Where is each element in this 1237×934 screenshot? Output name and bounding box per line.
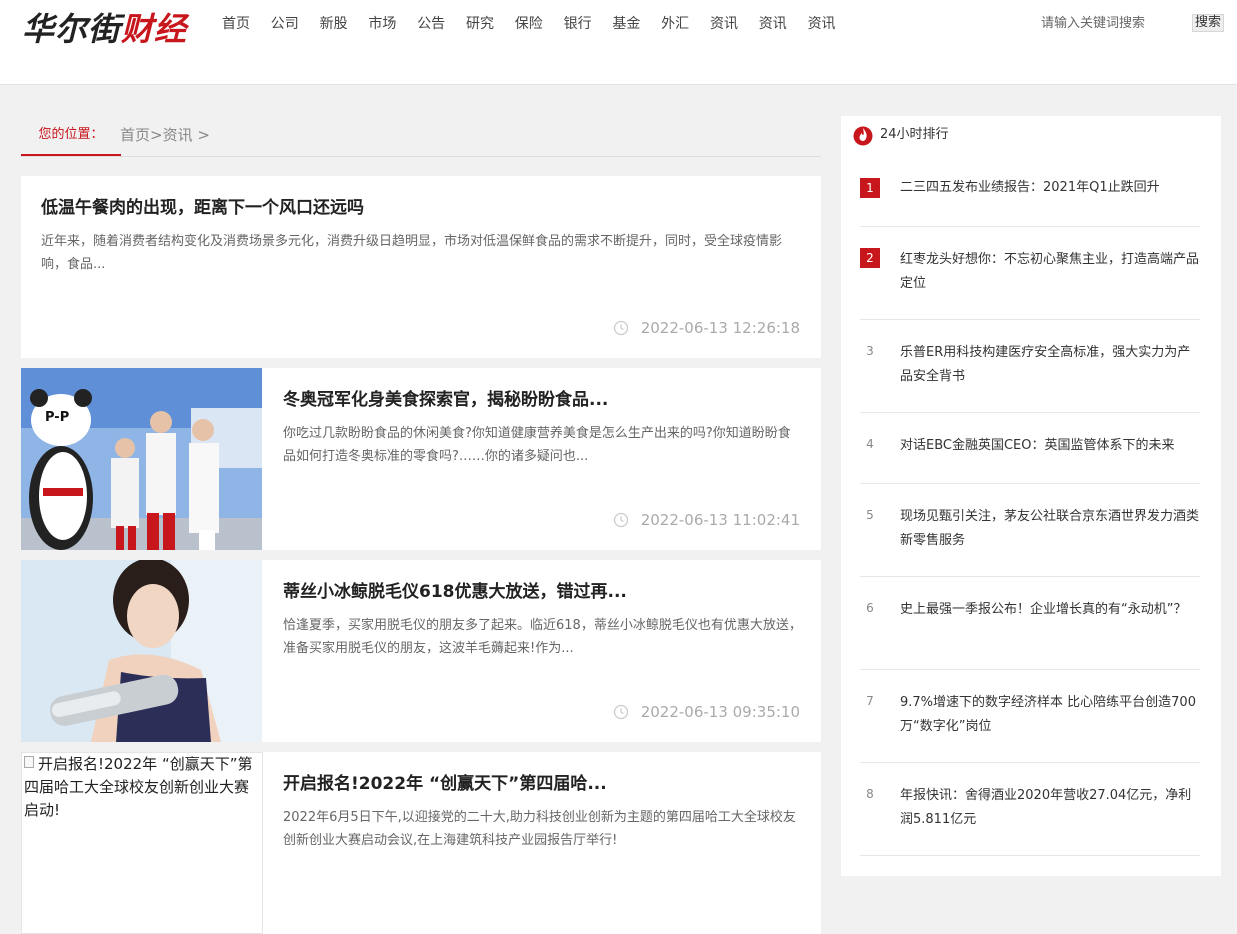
ranking-item[interactable]: 7 9.7%增速下的数字经济样本 比心陪练平台创造700万“数字化”岗位 <box>860 691 1200 763</box>
nav-item-market[interactable]: 市场 <box>358 14 406 34</box>
ranking-sidebar: 24小时排行 1 二三四五发布业绩报告：2021年Q1止跌回升 2 红枣龙头好想… <box>841 116 1221 876</box>
article-card[interactable]: P-P 冬奥冠军化身美食探索官，揭秘盼盼食品... 你吃过几款盼盼食品的休闲美食… <box>21 368 821 550</box>
article-summary: 恰逢夏季，买家用脱毛仪的朋友多了起来。临近618，蒂丝小冰鲸脱毛仪也有优惠大放送… <box>283 618 802 656</box>
ranking-item-title[interactable]: 9.7%增速下的数字经济样本 比心陪练平台创造700万“数字化”岗位 <box>900 691 1200 739</box>
nav-item-announcement[interactable]: 公告 <box>407 14 455 34</box>
article-thumbnail[interactable]: P-P <box>21 368 262 550</box>
rank-number: 4 <box>866 437 874 451</box>
article-title[interactable]: 冬奥冠军化身美食探索官，揭秘盼盼食品... <box>283 385 608 410</box>
article-time: 2022-06-13 09:35:10 <box>613 703 800 721</box>
ranking-item[interactable]: 1 二三四五发布业绩报告：2021年Q1止跌回升 <box>860 178 1200 227</box>
site-logo[interactable]: 华尔街财经 <box>22 4 187 48</box>
nav-item-bank[interactable]: 银行 <box>554 14 602 34</box>
nav-item-company[interactable]: 公司 <box>261 14 309 34</box>
search-button[interactable]: 搜索 <box>1192 14 1225 32</box>
article-card[interactable]: 开启报名!2022年 “创赢天下”第四届哈工大全球校友创新创业大赛启动! 开启报… <box>21 752 821 934</box>
ranking-item-title[interactable]: 年报快讯：舍得酒业2020年营收27.04亿元，净利润5.811亿元 <box>900 784 1200 832</box>
rank-number: 6 <box>866 601 874 615</box>
article-summary: 你吃过几款盼盼食品的休闲美食?你知道健康营养美食是怎么生产出来的吗?你知道盼盼食… <box>283 426 791 464</box>
image-alt-text: 开启报名!2022年 “创赢天下”第四届哈工大全球校友创新创业大赛启动! <box>24 755 253 819</box>
ranking-item-title[interactable]: 乐普ER用科技构建医疗安全高标准，强大实力为产品安全背书 <box>900 341 1200 389</box>
rank-badge: 1 <box>860 178 880 198</box>
article-title[interactable]: 开启报名!2022年 “创赢天下”第四届哈... <box>283 769 607 794</box>
ranking-item[interactable]: 5 现场见甄引关注，茅友公社联合京东酒世界发力酒类新零售服务 <box>860 505 1200 577</box>
nav-item-insurance[interactable]: 保险 <box>505 14 553 34</box>
clock-icon <box>613 704 628 720</box>
rank-badge: 2 <box>860 248 880 268</box>
nav-item-news-3[interactable]: 资讯 <box>798 14 846 34</box>
clock-icon <box>613 512 628 528</box>
article-time: 2022-06-13 11:02:41 <box>613 511 800 529</box>
main-nav: 首页 公司 新股 市场 公告 研究 保险 银行 基金 外汇 资讯 资讯 资讯 <box>212 14 846 34</box>
nav-item-research[interactable]: 研究 <box>456 14 504 34</box>
panda-mascot-label: P-P <box>45 410 70 425</box>
article-thumbnail[interactable]: 开启报名!2022年 “创赢天下”第四届哈工大全球校友创新创业大赛启动! <box>21 752 263 934</box>
nav-item-ipo[interactable]: 新股 <box>310 14 358 34</box>
nav-item-news-2[interactable]: 资讯 <box>749 14 797 34</box>
article-time: 2022-06-13 12:26:18 <box>613 319 800 337</box>
nav-item-news-1[interactable]: 资讯 <box>700 14 748 34</box>
rank-number: 7 <box>866 694 874 708</box>
article-card[interactable]: 低温午餐肉的出现，距离下一个风口还远吗 近年来，随着消费者结构变化及消费场景多元… <box>21 176 821 358</box>
article-title[interactable]: 低温午餐肉的出现，距离下一个风口还远吗 <box>41 193 364 218</box>
ranking-item-title[interactable]: 对话EBC金融英国CEO：英国监管体系下的未来 <box>900 434 1200 458</box>
article-thumbnail[interactable] <box>21 560 262 742</box>
site-header: 华尔街财经 首页 公司 新股 市场 公告 研究 保险 银行 基金 外汇 资讯 资… <box>0 0 1237 85</box>
breadcrumb-path[interactable]: 首页>资讯 > <box>120 116 210 154</box>
ranking-item[interactable]: 3 乐普ER用科技构建医疗安全高标准，强大实力为产品安全背书 <box>860 341 1200 413</box>
ranking-item-title[interactable]: 二三四五发布业绩报告：2021年Q1止跌回升 <box>900 176 1200 200</box>
ranking-title: 24小时排行 <box>880 127 949 142</box>
clock-icon <box>613 320 628 336</box>
nav-item-forex[interactable]: 外汇 <box>651 14 699 34</box>
article-summary: 2022年6月5日下午,以迎接党的二十大,助力科技创业创新为主题的第四届哈工大全… <box>283 810 796 848</box>
article-title[interactable]: 蒂丝小冰鲸脱毛仪618优惠大放送，错过再... <box>283 577 627 602</box>
article-card[interactable]: 蒂丝小冰鲸脱毛仪618优惠大放送，错过再... 恰逢夏季，买家用脱毛仪的朋友多了… <box>21 560 821 742</box>
ranking-item[interactable]: 8 年报快讯：舍得酒业2020年营收27.04亿元，净利润5.811亿元 <box>860 784 1200 856</box>
ranking-item[interactable]: 4 对话EBC金融英国CEO：英国监管体系下的未来 <box>860 434 1200 484</box>
article-summary: 近年来，随着消费者结构变化及消费场景多元化，消费升级日趋明显，市场对低温保鲜食品… <box>41 234 783 272</box>
ranking-item[interactable]: 6 史上最强一季报公布！企业增长真的有“永动机”？ <box>860 598 1200 670</box>
nav-item-fund[interactable]: 基金 <box>602 14 650 34</box>
ranking-item-title[interactable]: 红枣龙头好想你：不忘初心聚焦主业，打造高端产品定位 <box>900 248 1200 296</box>
nav-item-home[interactable]: 首页 <box>212 14 260 34</box>
breadcrumb-label: 您的位置： <box>21 116 121 156</box>
rank-number: 8 <box>866 787 874 801</box>
flame-icon <box>853 126 873 146</box>
ranking-item-title[interactable]: 史上最强一季报公布！企业增长真的有“永动机”？ <box>900 598 1200 622</box>
search-input[interactable] <box>1035 12 1192 34</box>
rank-number: 3 <box>866 344 874 358</box>
ranking-item[interactable]: 2 红枣龙头好想你：不忘初心聚焦主业，打造高端产品定位 <box>860 248 1200 320</box>
ranking-header: 24小时排行 <box>841 116 1221 154</box>
rank-number: 5 <box>866 508 874 522</box>
breadcrumb: 您的位置： 首页>资讯 > <box>21 116 821 157</box>
ranking-item-title[interactable]: 现场见甄引关注，茅友公社联合京东酒世界发力酒类新零售服务 <box>900 505 1200 553</box>
